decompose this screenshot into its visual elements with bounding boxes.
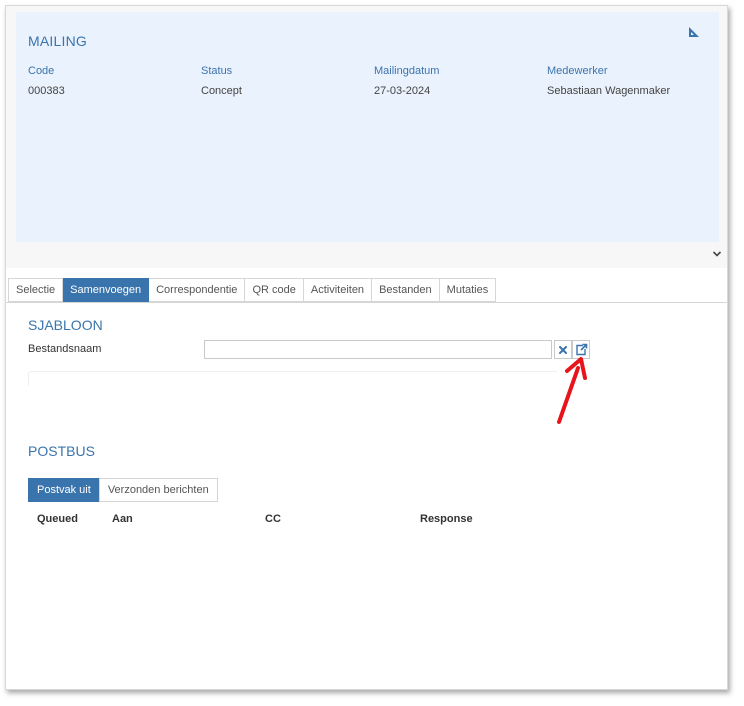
mailing-title: MAILING <box>28 33 87 49</box>
tab-verzonden-berichten[interactable]: Verzonden berichten <box>98 478 218 502</box>
tab-postvak-uit[interactable]: Postvak uit <box>28 478 100 502</box>
ruler-triangle-icon[interactable] <box>688 26 700 38</box>
tab-bar: Selectie Samenvoegen Correspondentie QR … <box>8 278 497 302</box>
medewerker-value: Sebastiaan Wagenmaker <box>547 85 671 97</box>
column-header-cc[interactable]: CC <box>265 513 281 525</box>
postbus-title: POSTBUS <box>28 443 95 459</box>
tab-correspondentie[interactable]: Correspondentie <box>149 278 246 302</box>
tab-divider <box>6 302 727 303</box>
template-preview-area <box>28 371 557 386</box>
column-header-response[interactable]: Response <box>420 513 473 525</box>
tab-selectie[interactable]: Selectie <box>8 278 64 302</box>
bestandsnaam-input[interactable] <box>204 340 552 359</box>
status-label: Status <box>201 65 233 77</box>
tab-qr-code[interactable]: QR code <box>245 278 304 302</box>
mailing-window: MAILING Code 000383 Status Concept Maili… <box>5 5 728 690</box>
column-header-aan[interactable]: Aan <box>112 513 133 525</box>
chevron-down-icon[interactable] <box>712 250 722 258</box>
annotation-arrow <box>557 357 587 424</box>
bestandsnaam-label: Bestandsnaam <box>28 343 102 355</box>
sjabloon-title: SJABLOON <box>28 317 103 333</box>
column-header-queued[interactable]: Queued <box>37 513 78 525</box>
tab-mutaties[interactable]: Mutaties <box>439 278 497 302</box>
mailingdatum-label: Mailingdatum <box>374 65 440 77</box>
status-value: Concept <box>201 85 242 97</box>
mailing-panel: MAILING Code 000383 Status Concept Maili… <box>16 12 719 242</box>
tab-bestanden[interactable]: Bestanden <box>372 278 440 302</box>
mailbox-tabs: Postvak uit Verzonden berichten <box>28 478 218 502</box>
tab-activiteiten[interactable]: Activiteiten <box>303 278 373 302</box>
code-value: 000383 <box>28 85 65 97</box>
mailingdatum-value: 27-03-2024 <box>374 85 431 97</box>
code-label: Code <box>28 65 55 77</box>
medewerker-label: Medewerker <box>547 65 608 77</box>
tab-samenvoegen[interactable]: Samenvoegen <box>63 278 150 302</box>
